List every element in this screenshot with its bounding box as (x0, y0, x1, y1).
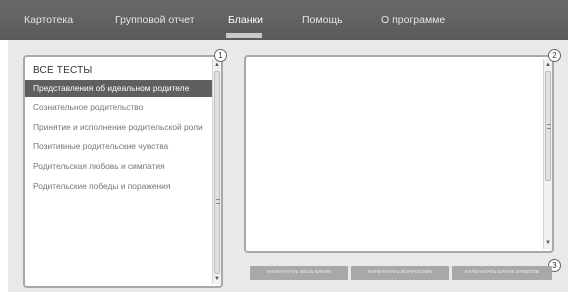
callout-badge-1: 1 (214, 49, 227, 62)
list-item[interactable]: Представления об идеальном родителе (25, 80, 219, 97)
tab-help[interactable]: Помощь (302, 14, 343, 26)
tab-blanks[interactable]: Бланки (228, 14, 263, 26)
list-header: ВСЕ ТЕСТЫ (33, 65, 93, 76)
print-answers-button[interactable]: НАПЕЧАТАТЬ БЛАНК ОТВЕТОВ (452, 266, 552, 280)
grip-icon (216, 199, 220, 204)
tab-kartoteka[interactable]: Картотека (24, 14, 73, 26)
tab-group-report[interactable]: Групповой отчет (115, 14, 195, 26)
print-questionnaire-button[interactable]: НАПЕЧАТАТЬ ВОПРОСНИК (351, 266, 449, 280)
callout-badge-2: 2 (548, 49, 561, 62)
scroll-thumb[interactable] (214, 71, 220, 274)
list-item[interactable]: Принятие и исполнение родительской роли (25, 119, 219, 136)
list-item[interactable]: Родительская любовь и симпатия (25, 158, 219, 175)
scroll-down-arrow-icon[interactable]: ▼ (213, 275, 221, 283)
scroll-up-arrow-icon[interactable]: ▲ (213, 61, 221, 69)
top-nav-bar: Картотека Групповой отчет Бланки Помощь … (0, 0, 568, 40)
scroll-down-arrow-icon[interactable]: ▼ (544, 239, 552, 247)
scroll-up-arrow-icon[interactable]: ▲ (544, 61, 552, 69)
list-item[interactable]: Родительские победы и поражения (25, 178, 219, 195)
preview-scrollbar[interactable]: ▲ ▼ (543, 59, 552, 249)
blank-preview-panel: ▲ ▼ (244, 55, 554, 253)
tests-list-panel: ВСЕ ТЕСТЫ Представления об идеальном род… (23, 55, 223, 288)
list-scrollbar[interactable]: ▲ ▼ (212, 59, 221, 284)
active-tab-indicator (226, 33, 262, 38)
tab-about[interactable]: О программе (381, 14, 445, 26)
print-all-button[interactable]: НАПЕЧАТАТЬ ВЕСЬ БЛАНК (250, 266, 348, 280)
scroll-thumb[interactable] (545, 71, 551, 181)
list-item[interactable]: Сознательное родительство (25, 99, 219, 116)
grip-icon (547, 124, 551, 129)
list-item[interactable]: Позитивные родительские чувства (25, 138, 219, 155)
